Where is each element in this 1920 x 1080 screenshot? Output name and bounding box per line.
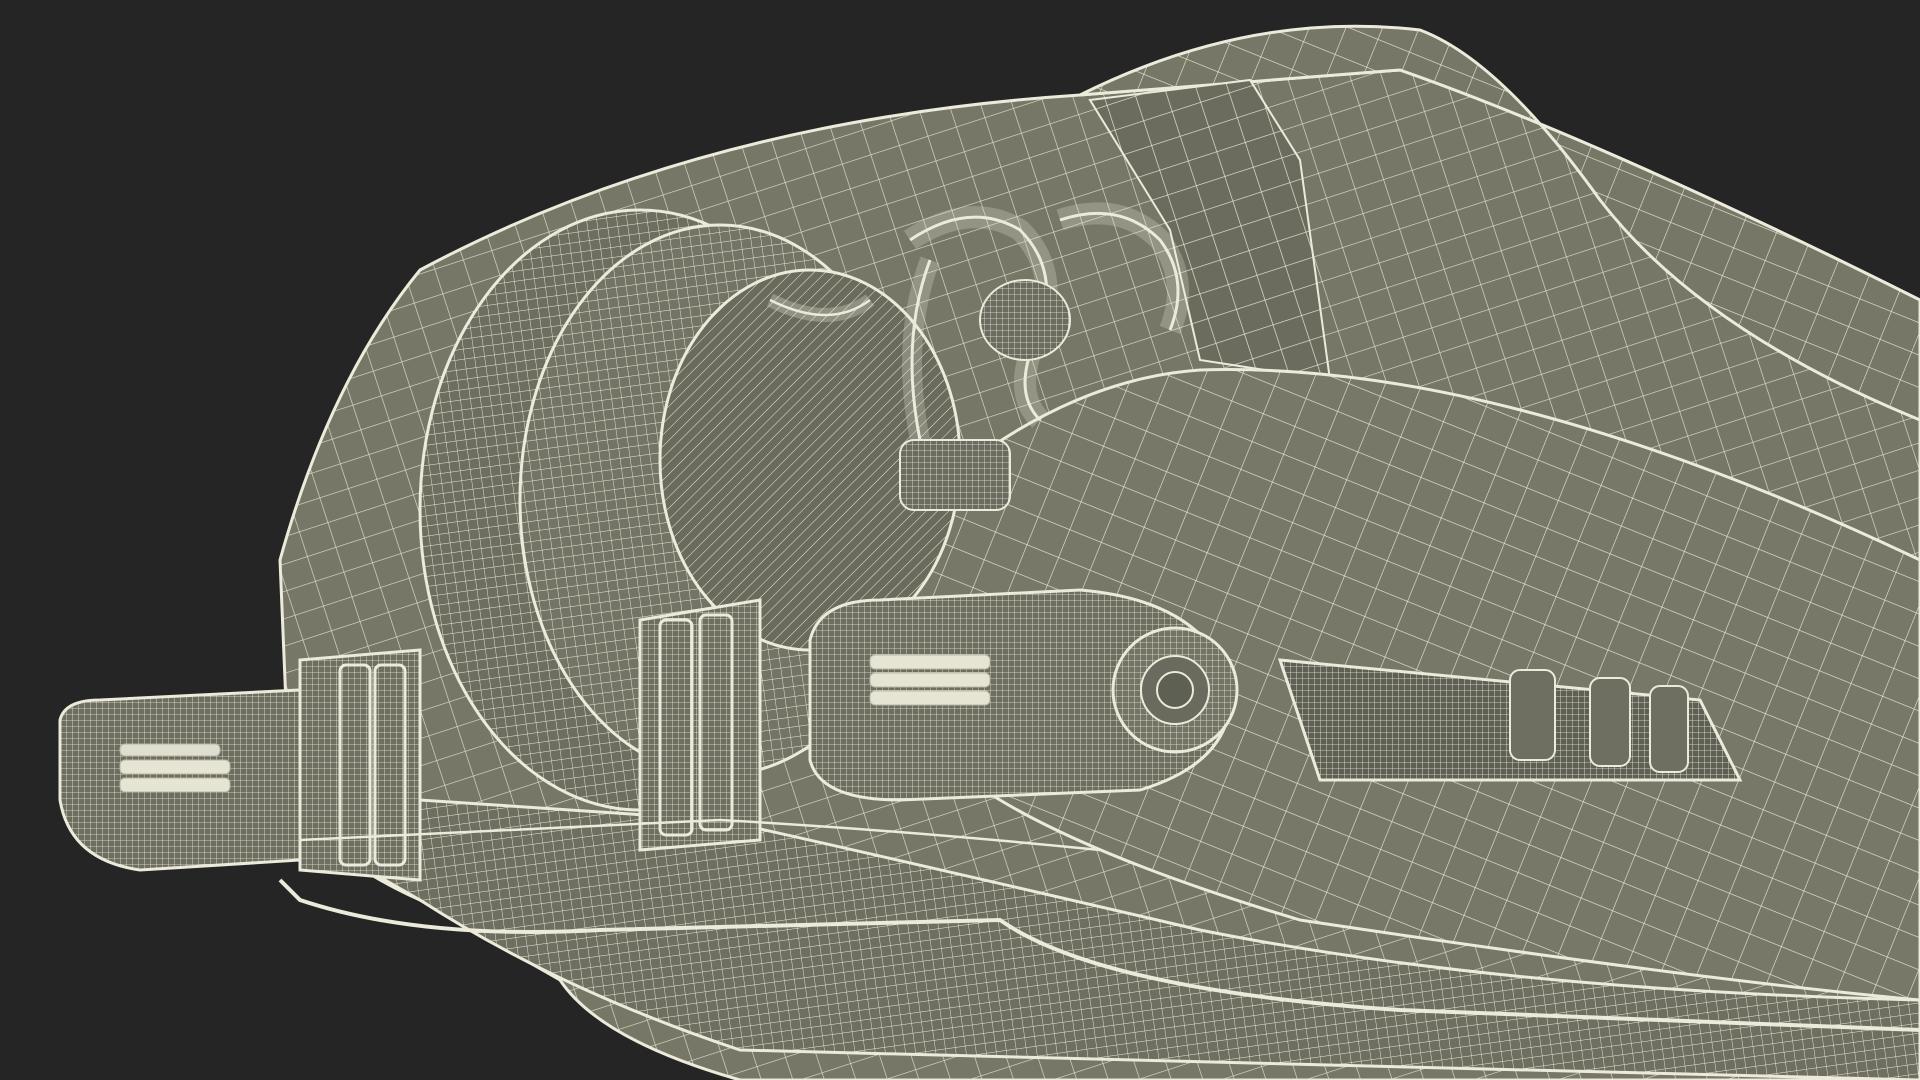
- left-headlamp: [58, 688, 302, 872]
- left-lamp-housing: [298, 648, 422, 882]
- wireframe-render: [58, 24, 1920, 1080]
- right-headlamp: [808, 588, 1239, 802]
- 3d-viewport[interactable]: [0, 0, 1920, 1080]
- right-lamp-housing: [638, 598, 762, 852]
